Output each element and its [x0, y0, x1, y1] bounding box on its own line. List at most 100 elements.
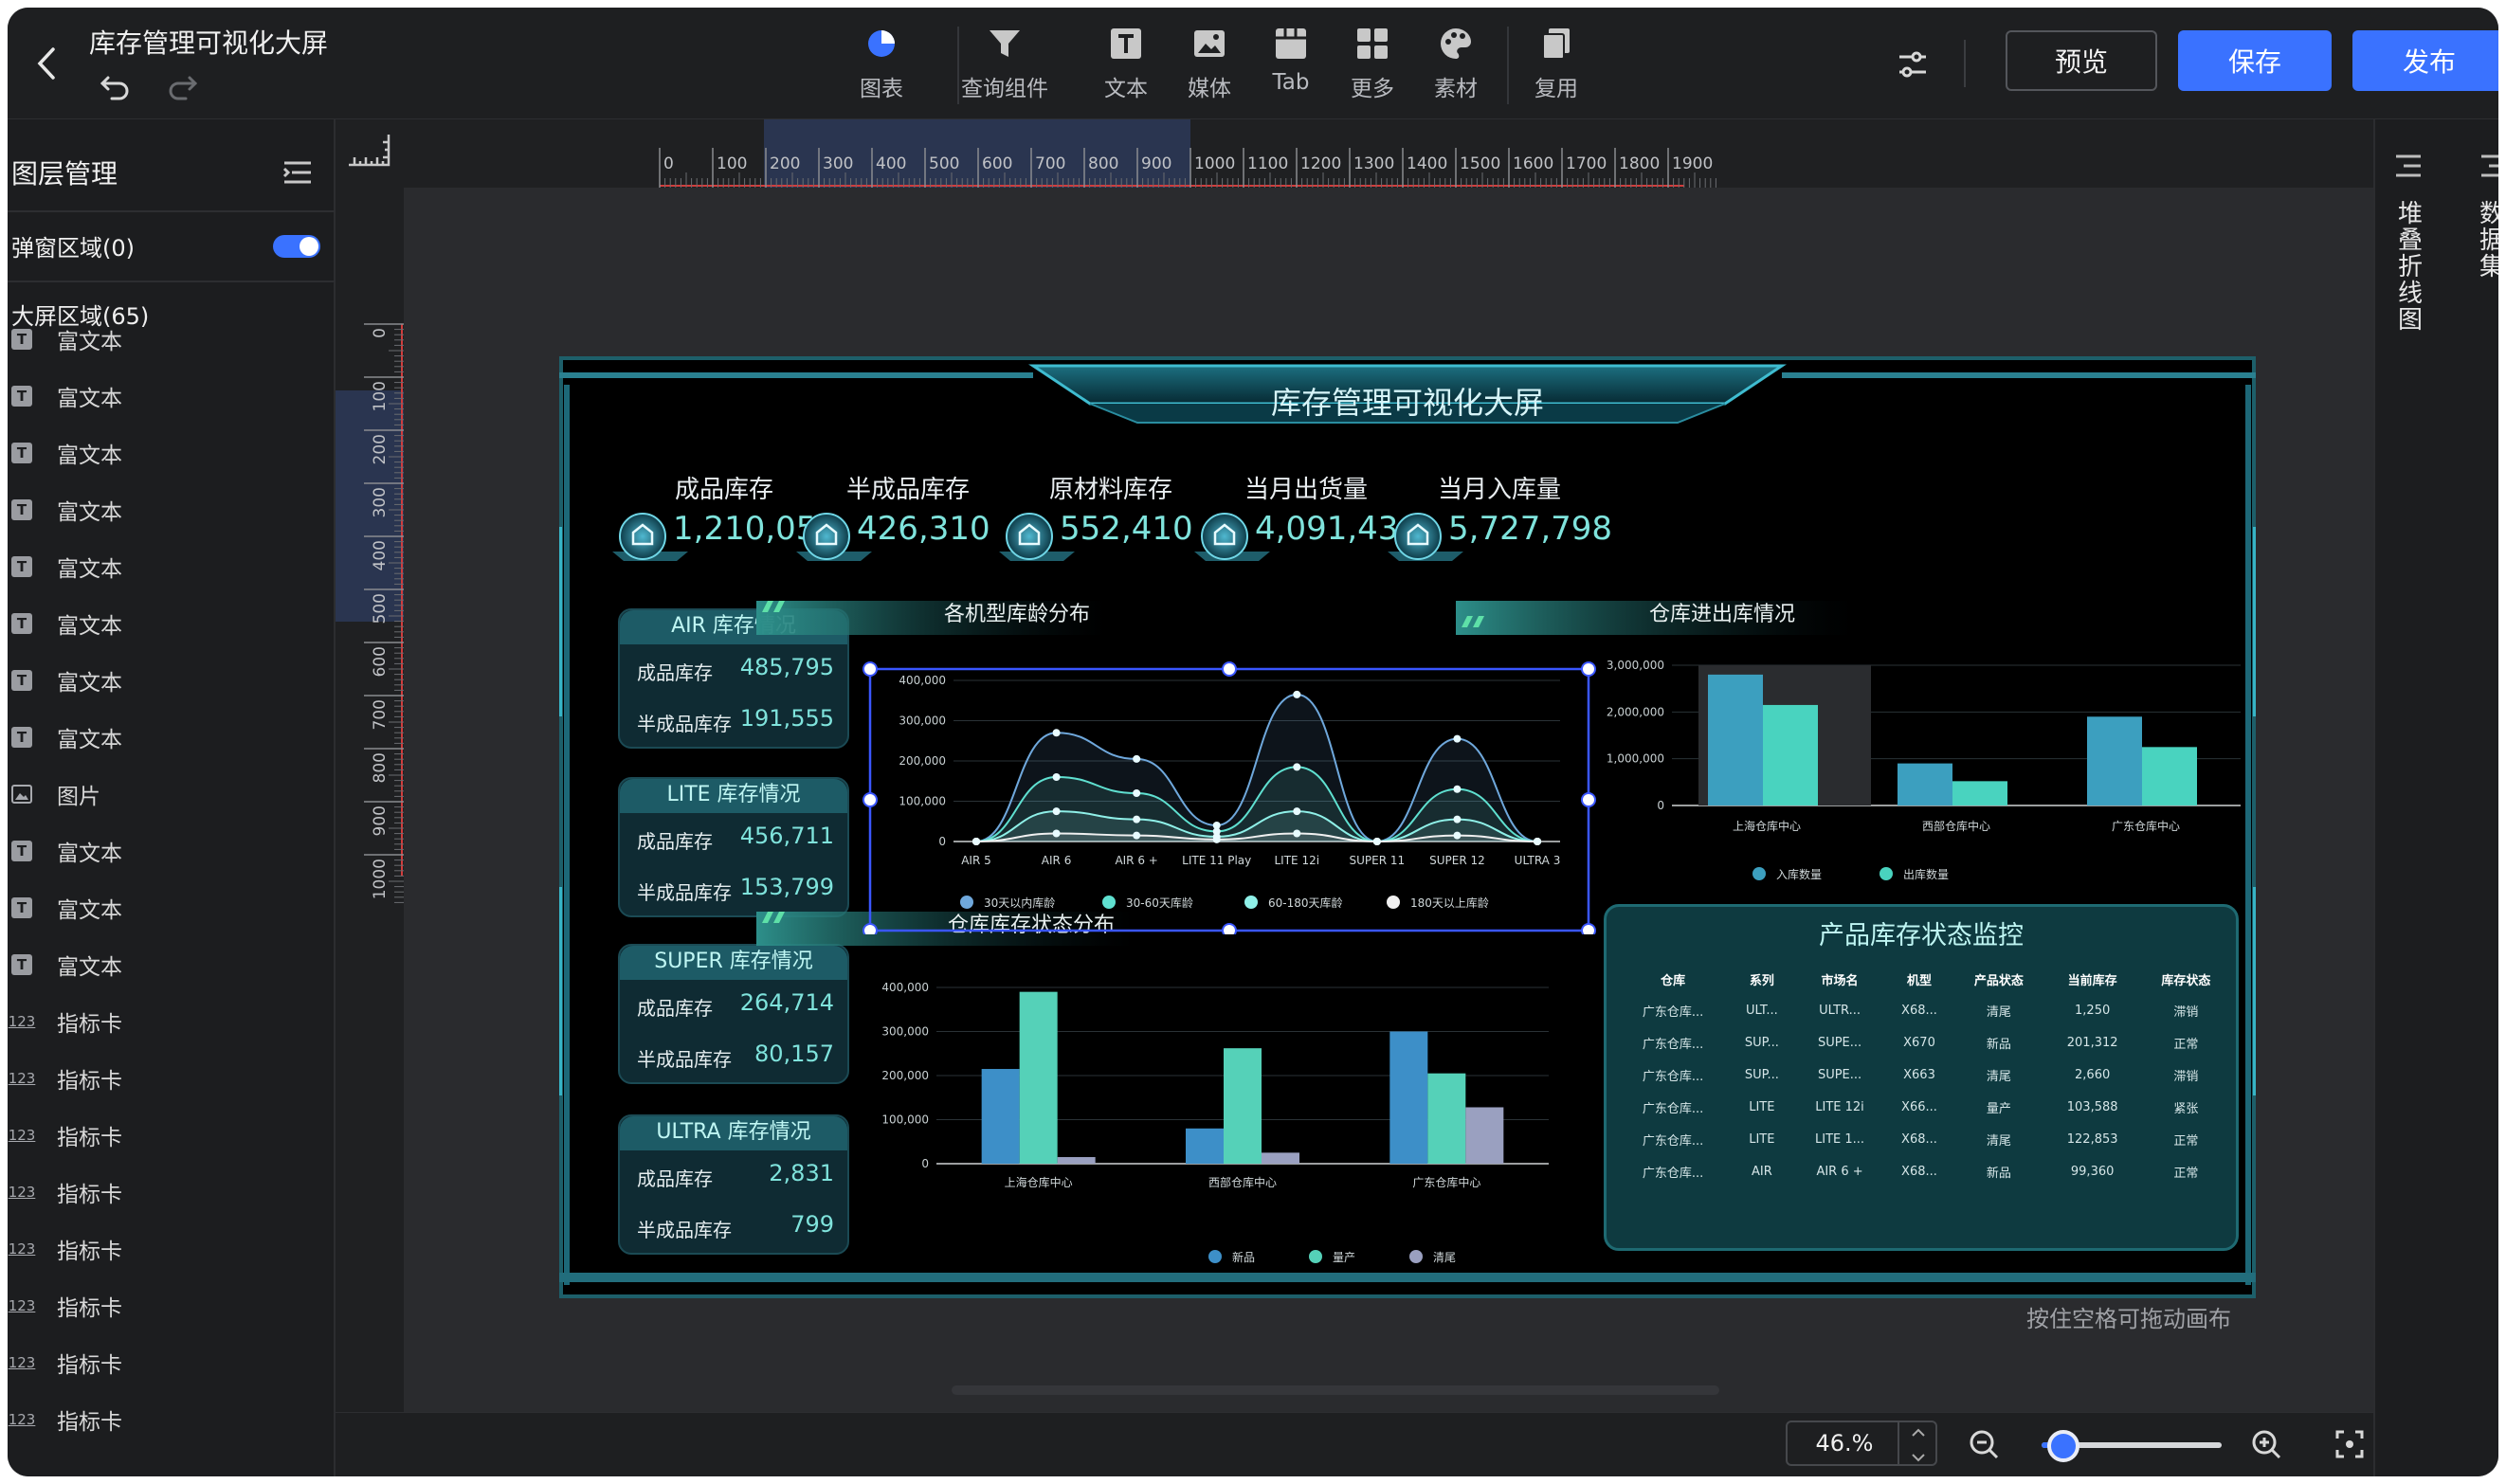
layer-item[interactable]: 123 指标卡 [9, 1059, 122, 1097]
undo-icon[interactable] [99, 70, 131, 102]
tool-text[interactable]: 文本 [1098, 21, 1154, 108]
back-arrow-icon[interactable] [28, 40, 66, 87]
zoom-stepper[interactable] [1898, 1422, 1935, 1464]
table-row[interactable]: 广东仓库... SUP... SUPE... X670 新品 201,312 正常 [1616, 1026, 2232, 1059]
tool-grid[interactable]: 更多 [1344, 21, 1401, 108]
warehouse-status-chart[interactable]: 0 100,000 200,000 300,000 400,000 上海仓库中心 西部仓库中… [851, 978, 1590, 1272]
tool-tab[interactable]: Tab [1262, 21, 1319, 108]
table-row[interactable]: 广东仓库... ULT... ULTR... X68... 清尾 1,250 滞销 [1616, 994, 2232, 1026]
tool-palette[interactable]: 素材 [1427, 21, 1484, 108]
table-header-cell[interactable]: 当前库存 [2044, 964, 2139, 994]
layer-item[interactable]: 123 指标卡 [9, 1230, 122, 1268]
tab-dataset[interactable]: 数据集 [2478, 201, 2498, 281]
zoom-input[interactable]: 46.% [1786, 1421, 1937, 1466]
dashboard-screen[interactable]: 库存管理可视化大屏 成品库存 1,210,051 半成品库存 426,310 原材料库存… [559, 356, 2256, 1298]
y-tick-label: 0 [921, 1157, 929, 1170]
tool-filter[interactable]: 查询组件 [957, 21, 1052, 108]
chevron-down-icon[interactable] [1899, 1447, 1937, 1468]
fit-screen-icon[interactable] [2335, 1430, 2364, 1458]
table-header-cell[interactable]: 机型 [1886, 964, 1953, 994]
card-row-label: 成品库存 [637, 830, 713, 853]
layer-item[interactable]: T 富文本 [11, 889, 122, 927]
model-stock-card[interactable]: SUPER 库存情况 成品库存 264,714 半成品库存 80,157 [618, 944, 849, 1084]
layer-item[interactable]: 123 指标卡 [9, 1173, 122, 1211]
layer-item[interactable]: T 富文本 [11, 946, 122, 984]
grid-icon [1357, 28, 1388, 59]
settings-sliders-icon[interactable] [1894, 45, 1932, 83]
layer-item[interactable]: T 富文本 [11, 605, 122, 642]
card-row-label: 成品库存 [637, 661, 713, 684]
tool-image[interactable]: 媒体 [1181, 21, 1238, 108]
age-distribution-chart[interactable]: 0 100,000 200,000 300,000 400,000 AIR 5 AIR 6 A… [868, 667, 1589, 932]
layer-item-label: 指标卡 [57, 1296, 122, 1321]
tool-label: 更多 [1351, 77, 1394, 101]
layer-item[interactable]: 123 指标卡 [9, 1116, 122, 1154]
table-cell: 广东仓库... [1642, 1069, 1704, 1084]
filter-icon [990, 30, 1020, 57]
layer-item[interactable]: T 富文本 [11, 434, 122, 472]
table-row[interactable]: 广东仓库... LITE LITE 12i X66... 量产 103,588 紧张 [1616, 1091, 2232, 1123]
layer-item[interactable]: 123 指标卡 [9, 1287, 122, 1325]
tool-label: Tab [1272, 70, 1310, 95]
redo-icon[interactable] [167, 70, 199, 102]
kpi-card[interactable]: 当月入库量 5,727,798 [1386, 470, 1670, 574]
model-stock-card[interactable]: AIR 库存情况 成品库存 485,795 半成品库存 191,555 [618, 608, 849, 749]
model-stock-card[interactable]: ULTRA 库存情况 成品库存 2,831 半成品库存 799 [618, 1114, 849, 1255]
save-button[interactable]: 保存 [2178, 30, 2332, 91]
layer-item[interactable]: T 富文本 [11, 320, 122, 358]
bar [1465, 1107, 1504, 1164]
tool-copy[interactable]: 复用 [1528, 21, 1585, 108]
zoom-value[interactable]: 46.% [1788, 1430, 1901, 1457]
text-icon [1111, 28, 1141, 59]
chevron-up-icon[interactable] [1899, 1422, 1937, 1443]
kpi-icon [796, 506, 872, 563]
popup-area-toggle[interactable] [273, 235, 320, 258]
table-header-cell[interactable]: 库存状态 [2140, 964, 2232, 994]
layer-item[interactable]: 123 指标卡 [9, 1344, 122, 1382]
layer-item[interactable]: T 富文本 [11, 661, 122, 699]
warehouse-inout-chart[interactable]: 0 1,000,000 2,000,000 3,000,000 上海仓库中心 西部仓库中心… [1589, 650, 2252, 915]
x-tick-label: LITE 11 Play [1182, 854, 1251, 867]
preview-button[interactable]: 预览 [2006, 30, 2157, 91]
zoom-slider-handle[interactable] [2046, 1430, 2079, 1462]
table-header-cell[interactable]: 系列 [1730, 964, 1793, 994]
text-type-icon: T [11, 841, 32, 861]
layer-item[interactable]: T 富文本 [11, 718, 122, 756]
layer-item[interactable]: T 富文本 [11, 832, 122, 870]
tab-stacked-line-chart[interactable]: 堆叠折线图 [2396, 201, 2424, 334]
toolbar-divider [957, 27, 959, 104]
table-row[interactable]: 广东仓库... LITE LITE 1... X68... 清尾 122,853 正常 [1616, 1123, 2232, 1155]
table-header-cell[interactable]: 仓库 [1616, 964, 1730, 994]
layer-item[interactable]: 123 指标卡 [9, 1401, 122, 1439]
table-cell: 滞销 [2173, 1069, 2199, 1084]
layer-item[interactable]: 123 指标卡 [9, 1003, 122, 1041]
text-type-icon: T [11, 613, 32, 634]
table-row[interactable]: 广东仓库... SUP... SUPE... X663 清尾 2,660 滞销 [1616, 1059, 2232, 1091]
panel-menu-icon[interactable] [2479, 154, 2498, 178]
publish-button[interactable]: 发布 [2352, 30, 2498, 91]
kpi-label: 半成品库存 [845, 476, 970, 504]
panel-menu-icon[interactable] [2394, 154, 2423, 178]
table-header-cell[interactable]: 产品状态 [1952, 964, 2044, 994]
layer-item-label: 富文本 [57, 387, 122, 411]
layer-item[interactable]: 图片 [11, 775, 100, 813]
zoom-out-icon[interactable] [1968, 1428, 2000, 1460]
layer-item[interactable]: T 富文本 [11, 491, 122, 529]
tool-pie-chart[interactable]: 图表 [853, 21, 910, 108]
collapse-menu-icon[interactable] [282, 159, 313, 186]
layer-item[interactable]: T 富文本 [11, 377, 122, 415]
ruler-corner[interactable] [336, 119, 404, 188]
x-tick-label: ULTRA 3 [1515, 854, 1561, 867]
horizontal-scrollbar[interactable] [952, 1385, 1719, 1395]
legend-marker [1387, 896, 1400, 909]
tool-label: 媒体 [1188, 77, 1231, 101]
ruler-tick-label: 0 [663, 154, 674, 173]
layer-item[interactable]: T 富文本 [11, 548, 122, 586]
stock-monitor-panel[interactable]: 产品库存状态监控 仓库 系列 市场名 机型 产品状态 当前库存 库存状态 广东仓库... UL… [1604, 904, 2239, 1251]
table-row[interactable]: 广东仓库... AIR AIR 6 + X68... 新品 99,360 正常 [1616, 1155, 2232, 1187]
zoom-in-icon[interactable] [2250, 1428, 2282, 1460]
ruler-toggle-icon[interactable] [336, 119, 404, 188]
table-header-cell[interactable]: 市场名 [1793, 964, 1885, 994]
table-cell: ULT... [1745, 1003, 1778, 1018]
model-stock-card[interactable]: LITE 库存情况 成品库存 456,711 半成品库存 153,799 [618, 777, 849, 917]
